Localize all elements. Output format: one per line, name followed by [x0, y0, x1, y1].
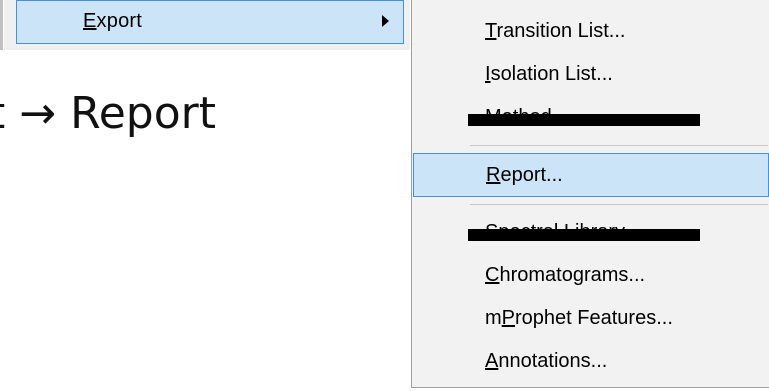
menu-item-label: Chromatograms... [485, 264, 646, 286]
menu-item-label: Report... [486, 164, 563, 186]
breadcrumb-text: t → Report [0, 88, 216, 139]
export-label: Export [83, 10, 143, 32]
menu-separator [470, 204, 768, 205]
menu-item-transition-list[interactable]: Transition List... [413, 10, 769, 54]
menu-item-label: mProphet Features... [485, 307, 673, 329]
redaction-bar [468, 229, 700, 241]
menu-separator [470, 145, 768, 146]
menu-item-label: Transition List... [485, 20, 626, 42]
menu-item-spectral-library-redacted[interactable]: Spectral Library... [413, 211, 769, 255]
redaction-bar [468, 114, 700, 126]
menu-item-annotations[interactable]: Annotations... [413, 340, 769, 384]
submenu-arrow-icon [382, 15, 389, 27]
export-submenu: Transition List... Isolation List... Met… [411, 0, 769, 388]
menu-item-label: Annotations... [485, 350, 608, 372]
parent-menu: Export [0, 0, 410, 50]
menu-item-report[interactable]: Report... [413, 153, 769, 197]
menu-item-method-redacted[interactable]: Method... [413, 96, 769, 140]
menu-item-label: Isolation List... [485, 63, 613, 85]
menu-item-export[interactable]: Export [16, 0, 404, 44]
menu-item-isolation-list[interactable]: Isolation List... [413, 53, 769, 97]
menu-item-chromatograms[interactable]: Chromatograms... [413, 254, 769, 298]
menu-edge [0, 0, 4, 50]
menu-item-mprophet-features[interactable]: mProphet Features... [413, 297, 769, 341]
